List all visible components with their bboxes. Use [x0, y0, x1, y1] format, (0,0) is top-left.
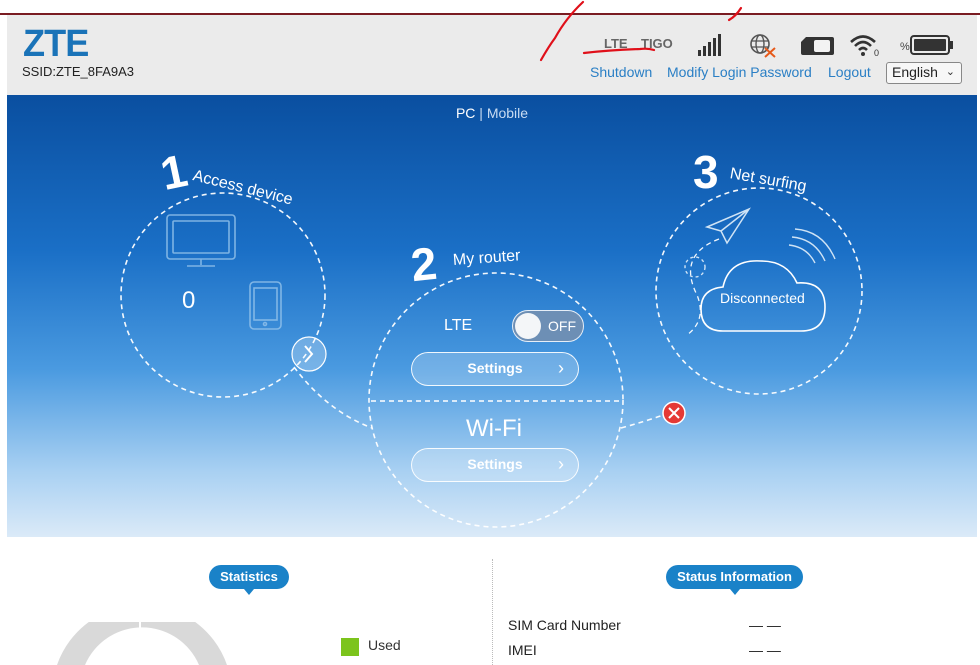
wifi-waves-icon: [788, 228, 836, 264]
used-legend-label: Used: [368, 637, 401, 653]
step3-number: 3: [693, 146, 719, 198]
panel-divider: [492, 559, 493, 665]
chevron-right-icon: ›: [558, 358, 564, 378]
monitor-icon: [166, 214, 236, 267]
chevron-right-icon: [291, 336, 327, 372]
toggle-knob: [515, 313, 541, 339]
toggle-state: OFF: [548, 318, 576, 334]
router-circle: [368, 272, 624, 528]
annotation-marks: [539, 0, 743, 62]
sim-card-number-label: SIM Card Number: [508, 617, 621, 633]
connection-status: Disconnected: [720, 290, 805, 306]
close-icon: [662, 401, 686, 425]
lte-label: LTE: [444, 317, 473, 334]
access-device-circle: [120, 192, 326, 398]
lte-toggle[interactable]: OFF: [512, 310, 584, 342]
wifi-settings-label: Settings: [467, 456, 523, 472]
imei-label: IMEI: [508, 642, 537, 658]
lte-settings-button[interactable]: Settings ›: [411, 352, 579, 386]
step2-number: 2: [408, 236, 440, 292]
chevron-right-icon: ›: [558, 454, 564, 474]
device-count: 0: [182, 287, 196, 314]
sim-card-number-value: — —: [749, 617, 781, 633]
paper-plane-icon: [704, 207, 751, 245]
imei-value: — —: [749, 642, 781, 658]
used-legend-swatch: [341, 638, 359, 656]
wifi-label: Wi-Fi: [466, 415, 522, 442]
status-information-tag: Status Information: [666, 565, 803, 595]
wifi-settings-button[interactable]: Settings ›: [411, 448, 579, 482]
lte-settings-label: Settings: [467, 360, 523, 376]
bottom-panels: Statistics Status Information Used SIM C…: [7, 537, 977, 665]
statistics-tag: Statistics: [209, 565, 289, 595]
usage-donut-chart: [57, 622, 227, 665]
hero-panel: PC | Mobile 1 Access device 0 2 My route…: [7, 95, 977, 537]
phone-icon: [249, 281, 282, 330]
